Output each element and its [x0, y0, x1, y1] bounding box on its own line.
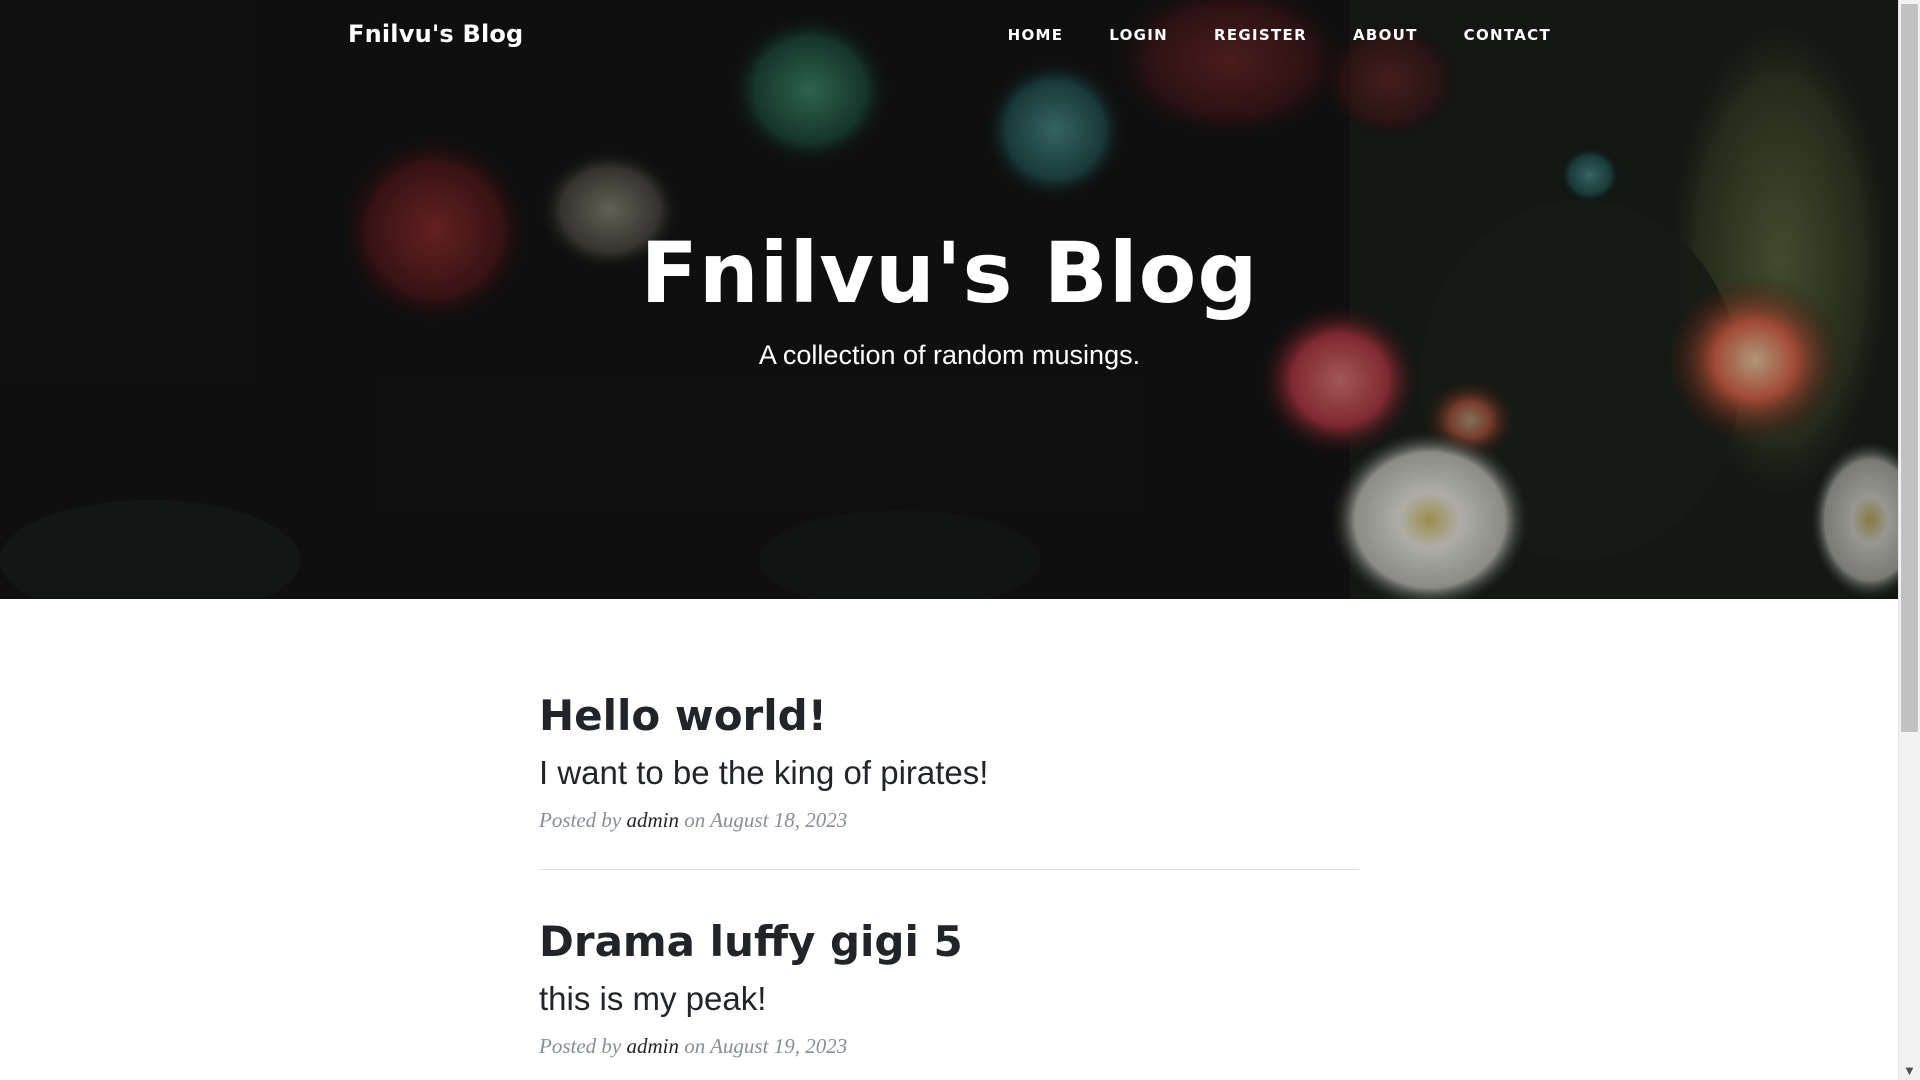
hero-subtitle: A collection of random musings. [758, 340, 1141, 370]
post-subtitle[interactable]: I want to be the king of pirates! [539, 752, 1359, 794]
post-date: August 19, 2023 [710, 1034, 848, 1058]
nav-link-register[interactable]: REGISTER [1168, 26, 1307, 44]
triangle-down-icon[interactable]: ▼ [1899, 1063, 1920, 1080]
post-meta: Posted by admin on August 18, 2023 [539, 808, 1359, 833]
nav-link-login[interactable]: LOGIN [1063, 26, 1168, 44]
post-list: Hello world! I want to be the king of pi… [539, 680, 1359, 1080]
post-meta: Posted by admin on August 19, 2023 [539, 1034, 1359, 1059]
post-preview: Hello world! I want to be the king of pi… [539, 680, 1359, 833]
nav-item-about: ABOUT [1307, 26, 1418, 44]
page: Fnilvu's Blog HOME LOGIN REGISTER ABOUT … [0, 0, 1920, 1080]
post-title[interactable]: Hello world! [539, 690, 1359, 742]
navbar: Fnilvu's Blog HOME LOGIN REGISTER ABOUT … [0, 0, 1899, 74]
nav-link-contact[interactable]: CONTACT [1418, 26, 1551, 44]
on-label: on [684, 808, 706, 832]
post-date: August 18, 2023 [710, 808, 848, 832]
nav-item-login: LOGIN [1063, 26, 1168, 44]
nav-item-register: REGISTER [1168, 26, 1307, 44]
masthead: Fnilvu's Blog HOME LOGIN REGISTER ABOUT … [0, 0, 1899, 599]
nav-link-home[interactable]: HOME [1008, 26, 1064, 44]
nav-item-home: HOME [1008, 26, 1064, 44]
post-preview: Drama luffy gigi 5 this is my peak! Post… [539, 906, 1359, 1059]
on-label: on [684, 1034, 706, 1058]
posted-by-label: Posted by [539, 1034, 622, 1058]
post-divider [539, 869, 1359, 870]
post-subtitle[interactable]: this is my peak! [539, 978, 1359, 1020]
post-title[interactable]: Drama luffy gigi 5 [539, 916, 1359, 968]
post-author-link[interactable]: admin [626, 1034, 679, 1058]
nav-link-about[interactable]: ABOUT [1307, 26, 1418, 44]
brand-link[interactable]: Fnilvu's Blog [348, 20, 523, 48]
nav-links: HOME LOGIN REGISTER ABOUT CONTACT [1008, 26, 1551, 44]
vertical-scrollbar[interactable]: ▲ ▼ [1898, 0, 1920, 1080]
nav-item-contact: CONTACT [1418, 26, 1551, 44]
post-author-link[interactable]: admin [626, 808, 679, 832]
hero-title: Fnilvu's Blog [640, 224, 1259, 322]
posted-by-label: Posted by [539, 808, 622, 832]
hero: Fnilvu's Blog A collection of random mus… [0, 218, 1899, 371]
scrollbar-thumb[interactable] [1901, 4, 1918, 732]
